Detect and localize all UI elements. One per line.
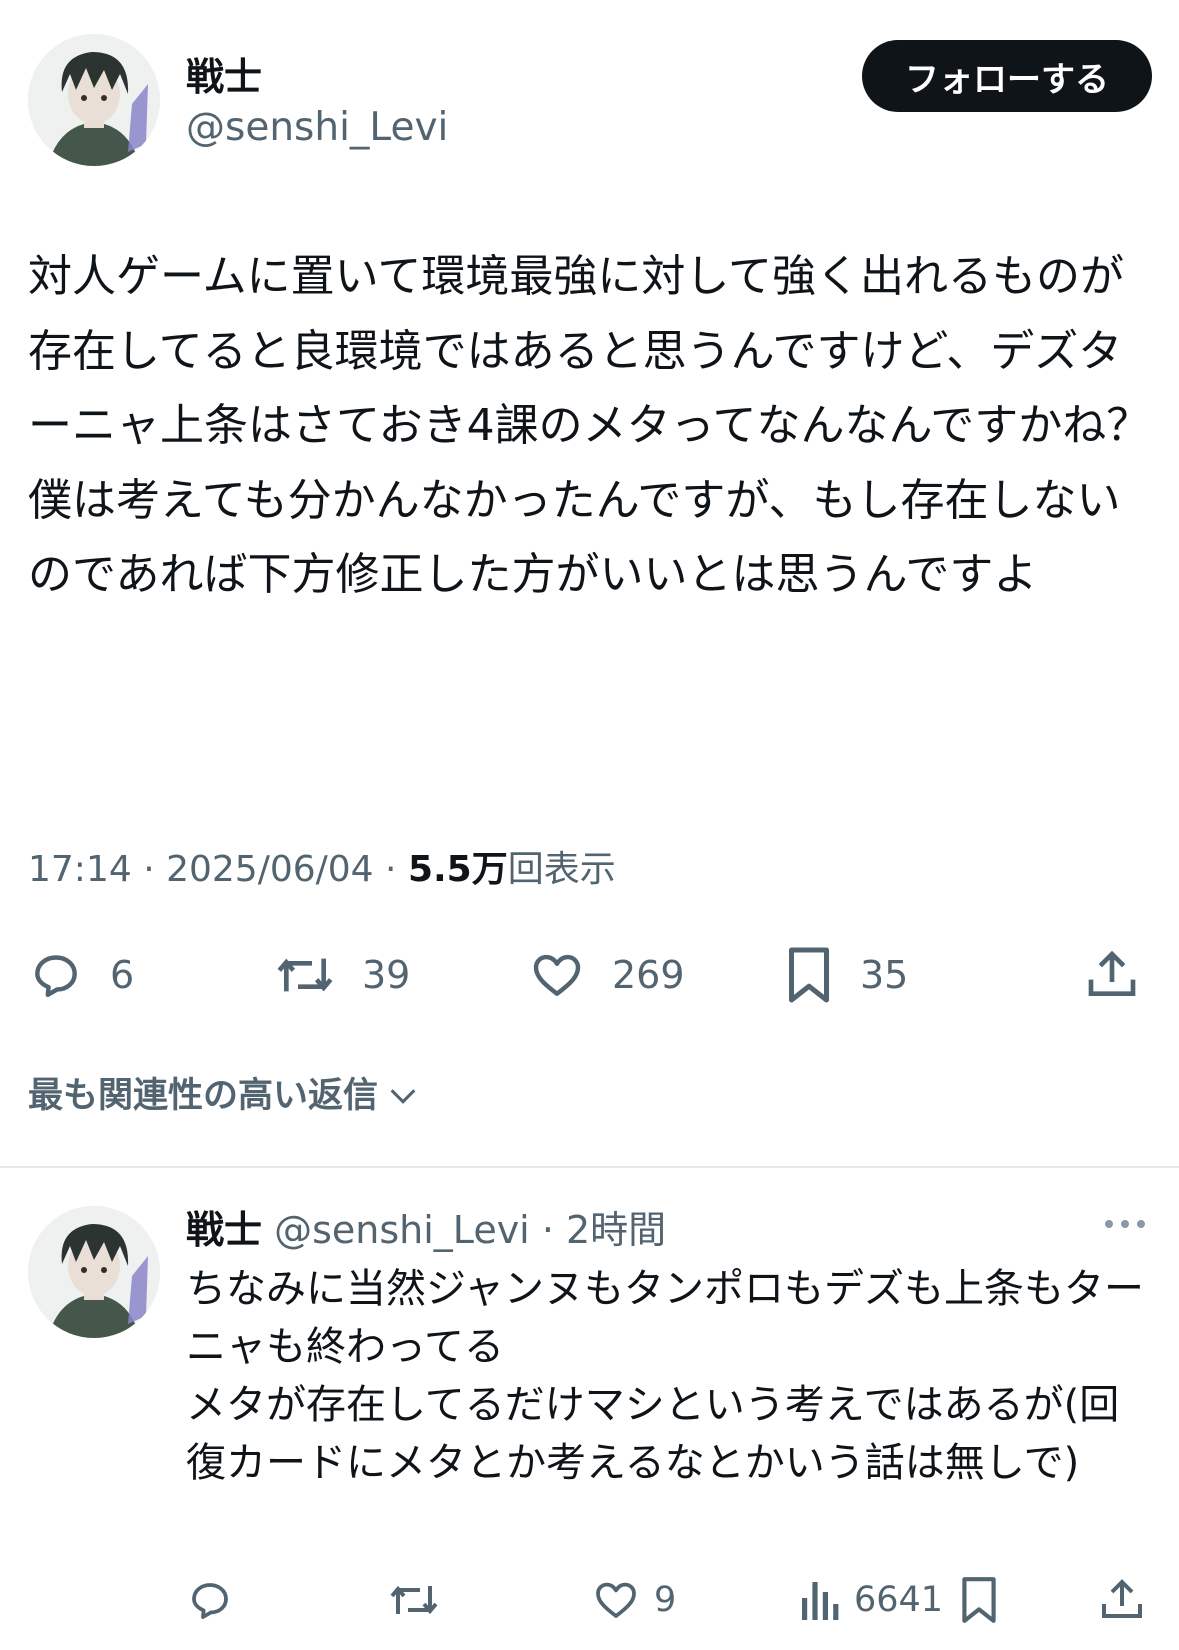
reply-author-avatar[interactable]: [28, 1206, 160, 1338]
tweet-date[interactable]: 2025/06/04: [166, 849, 374, 890]
reply-repost-button[interactable]: [388, 1572, 440, 1628]
chevron-down-icon: [390, 1089, 416, 1104]
share-upload-icon: [1088, 950, 1136, 996]
repost-arrows-icon: [390, 1585, 438, 1615]
reply-like-button[interactable]: 9: [592, 1572, 676, 1628]
bookmark-icon: [962, 1577, 996, 1623]
reply-views-button[interactable]: 6641: [800, 1572, 943, 1628]
reply-item[interactable]: 戦士 @senshi_Levi · 2時間 ちなみに当然ジャンヌもタンポロもデズ…: [0, 1168, 1179, 1650]
like-button[interactable]: 269: [528, 940, 685, 1010]
author-name[interactable]: 戦士: [186, 54, 262, 100]
meta-separator: ·: [143, 849, 167, 890]
tweet-text: 対人ゲームに置いて環境最強に対して強く出れるものが存在してると良環境ではあると思…: [28, 251, 1151, 600]
bar-chart-icon: [802, 1582, 839, 1620]
tweet-action-bar: 6 39 269 35: [28, 940, 1152, 1010]
reply-share-button[interactable]: [1098, 1572, 1146, 1628]
like-count: 269: [612, 953, 685, 997]
reply-views-count: 6641: [854, 1580, 944, 1620]
author-avatar[interactable]: [28, 34, 160, 166]
reply-separator: ·: [529, 1208, 566, 1252]
reply-action-bar: 9 6641: [186, 1572, 1146, 1628]
speech-bubble-icon: [35, 955, 77, 998]
reply-bookmark-button[interactable]: [958, 1572, 1000, 1628]
reply-sort-selector[interactable]: 最も関連性の高い返信: [28, 1072, 420, 1120]
reply-reply-button[interactable]: [186, 1572, 234, 1628]
reply-author-name[interactable]: 戦士: [186, 1208, 262, 1252]
tweet-meta: 17:14 · 2025/06/04 · 5.5万回表示: [28, 846, 616, 894]
reply-count: 6: [110, 953, 135, 997]
author-handle[interactable]: @senshi_Levi: [186, 104, 448, 152]
tweet-header: 戦士 @senshi_Levi フォローする: [28, 34, 1152, 174]
reply-header: 戦士 @senshi_Levi · 2時間: [186, 1204, 666, 1256]
reply-time[interactable]: 2時間: [566, 1208, 666, 1252]
views-count[interactable]: 5.5万: [408, 849, 508, 890]
more-options-button[interactable]: [1103, 1216, 1147, 1236]
reply-button[interactable]: 6: [28, 940, 134, 1010]
repost-button[interactable]: 39: [274, 940, 410, 1010]
reply-text: ちなみに当然ジャンヌもタンポロもデズも上条もターニャも終わってる メタが存在して…: [186, 1266, 1144, 1486]
heart-icon: [533, 954, 581, 996]
avatar-illustration-icon: [28, 34, 160, 166]
avatar-illustration-icon: [28, 1206, 160, 1338]
bookmark-button[interactable]: 35: [784, 940, 908, 1010]
reply-author-handle[interactable]: @senshi_Levi: [274, 1208, 530, 1252]
follow-button[interactable]: フォローする: [862, 40, 1152, 112]
tweet-time[interactable]: 17:14: [28, 849, 132, 890]
heart-icon: [596, 1582, 636, 1618]
meta-separator: ·: [385, 849, 408, 890]
share-button[interactable]: [1084, 940, 1140, 1010]
more-dots-icon: [1105, 1220, 1145, 1228]
bookmark-icon: [789, 947, 829, 1003]
repost-count: 39: [362, 953, 411, 997]
reply-sort-label: 最も関連性の高い返信: [28, 1076, 379, 1116]
reply-like-count: 9: [654, 1580, 677, 1620]
speech-bubble-icon: [192, 1583, 228, 1619]
views-label: 回表示: [507, 849, 616, 890]
repost-arrows-icon: [277, 958, 333, 992]
bookmark-count: 35: [860, 953, 909, 997]
share-upload-icon: [1102, 1579, 1142, 1618]
